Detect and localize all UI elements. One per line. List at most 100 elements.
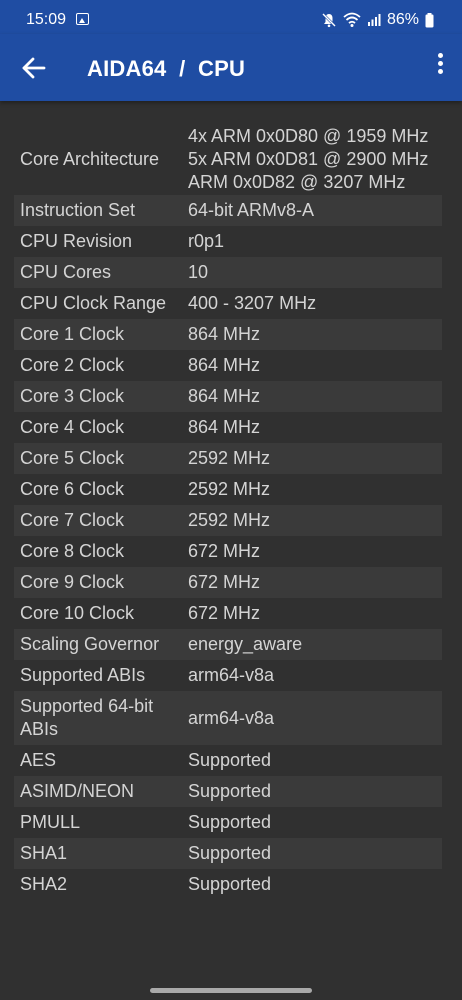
info-row[interactable]: PMULL Supported — [14, 807, 442, 838]
info-value-line: 5x ARM 0x0D81 @ 2900 MHz — [188, 148, 429, 169]
info-value-line: 672 MHz — [188, 603, 261, 623]
info-value-line: Supported — [188, 750, 272, 770]
battery-icon — [425, 12, 434, 27]
info-row[interactable]: Instruction Set 64-bit ARMv8-A — [14, 195, 442, 226]
info-row[interactable]: Core 2 Clock 864 MHz — [14, 350, 442, 381]
info-label: Core 2 Clock — [20, 355, 125, 375]
info-row[interactable]: Core 8 Clock 672 MHz — [14, 536, 442, 567]
info-value: arm64-v8a — [184, 664, 442, 687]
info-label: SHA1 — [20, 843, 68, 863]
info-value: 864 MHz — [184, 323, 442, 346]
info-value-line: 864 MHz — [188, 355, 261, 375]
status-time: 15:09 — [26, 11, 67, 28]
info-row[interactable]: Core 1 Clock 864 MHz — [14, 319, 442, 350]
info-label: Core 1 Clock — [20, 324, 125, 344]
status-icons: 86% — [321, 11, 434, 29]
info-label: Supported 64-bit ABIs — [20, 696, 154, 739]
info-value: arm64-v8a — [184, 707, 442, 730]
info-value: energy_aware — [184, 633, 442, 656]
info-row[interactable]: Core 10 Clock 672 MHz — [14, 598, 442, 629]
info-value: 2592 MHz — [184, 509, 442, 532]
gallery-icon — [76, 13, 89, 25]
mute-icon — [322, 13, 336, 28]
info-value-line: Supported — [188, 781, 272, 801]
info-value: 4x ARM 0x0D80 @ 1959 MHz 5x ARM 0x0D81 @ … — [184, 125, 442, 194]
info-row[interactable]: Core 6 Clock 2592 MHz — [14, 474, 442, 505]
info-row[interactable]: Scaling Governor energy_aware — [14, 629, 442, 660]
info-row[interactable]: Supported 64-bit ABIs arm64-v8a — [14, 691, 442, 745]
info-row[interactable]: Core 9 Clock 672 MHz — [14, 567, 442, 598]
info-value: 864 MHz — [184, 416, 442, 439]
info-value-line: ARM 0x0D82 @ 3207 MHz — [188, 171, 406, 192]
info-label: Core 8 Clock — [20, 541, 125, 561]
info-value-line: 2592 MHz — [188, 448, 271, 468]
info-value-line: 2592 MHz — [188, 510, 271, 530]
home-indicator[interactable] — [150, 988, 312, 993]
info-row[interactable]: Core 5 Clock 2592 MHz — [14, 443, 442, 474]
info-row[interactable]: ASIMD/NEON Supported — [14, 776, 442, 807]
info-value: 672 MHz — [184, 571, 442, 594]
info-label: Core 9 Clock — [20, 572, 125, 592]
info-value: 672 MHz — [184, 540, 442, 563]
info-label: Core 10 Clock — [20, 603, 135, 623]
battery-percentage: 86% — [386, 11, 419, 28]
info-value: 672 MHz — [184, 602, 442, 625]
info-label: Core 5 Clock — [20, 448, 125, 468]
info-label: PMULL — [20, 812, 81, 832]
signal-icon — [367, 14, 381, 26]
info-label: CPU Clock Range — [20, 293, 167, 313]
info-row[interactable]: SHA1 Supported — [14, 838, 442, 869]
more-options-button[interactable] — [432, 50, 448, 86]
info-value-line: r0p1 — [188, 231, 225, 251]
info-value-line: 2592 MHz — [188, 479, 271, 499]
info-value-line: 864 MHz — [188, 324, 261, 344]
info-row[interactable]: CPU Clock Range 400 - 3207 MHz — [14, 288, 442, 319]
info-row[interactable]: Core 7 Clock 2592 MHz — [14, 505, 442, 536]
info-label: Scaling Governor — [20, 634, 160, 654]
info-value: 2592 MHz — [184, 447, 442, 470]
info-value-line: 864 MHz — [188, 386, 261, 406]
info-label: ASIMD/NEON — [20, 781, 135, 801]
info-label: CPU Cores — [20, 262, 112, 282]
info-row[interactable]: Core Architecture 4x ARM 0x0D80 @ 1959 MH… — [14, 123, 442, 195]
info-value-line: arm64-v8a — [188, 707, 275, 728]
info-value-line: 672 MHz — [188, 572, 261, 592]
info-row[interactable]: Core 4 Clock 864 MHz — [14, 412, 442, 443]
info-value: 10 — [184, 261, 442, 284]
app-bar: AIDA64 / CPU — [0, 34, 462, 101]
info-label: Instruction Set — [20, 200, 136, 220]
info-value: 2592 MHz — [184, 478, 442, 501]
info-value-line: 672 MHz — [188, 541, 261, 561]
back-button[interactable] — [14, 48, 54, 88]
info-label: Supported ABIs — [20, 665, 146, 685]
info-label: Core 7 Clock — [20, 510, 125, 530]
info-row[interactable]: SHA2 Supported — [14, 869, 442, 900]
info-row[interactable]: AES Supported — [14, 745, 442, 776]
info-value-line: energy_aware — [188, 634, 303, 654]
info-value-line: Supported — [188, 812, 272, 832]
wifi-icon — [343, 12, 361, 27]
info-row[interactable]: CPU Revision r0p1 — [14, 226, 442, 257]
info-value: r0p1 — [184, 230, 442, 253]
info-label: Core 3 Clock — [20, 386, 125, 406]
info-row[interactable]: CPU Cores 10 — [14, 257, 442, 288]
info-value-line: arm64-v8a — [188, 665, 275, 685]
info-value: 400 - 3207 MHz — [184, 292, 442, 315]
info-label: SHA2 — [20, 874, 68, 894]
info-value: Supported — [184, 873, 442, 896]
info-label: AES — [20, 750, 57, 770]
info-value-line: 10 — [188, 262, 209, 282]
info-row[interactable]: Supported ABIs arm64-v8a — [14, 660, 442, 691]
info-value: Supported — [184, 811, 442, 834]
info-label: Core Architecture — [20, 148, 160, 169]
info-value: 64-bit ARMv8-A — [184, 199, 442, 222]
info-value: Supported — [184, 749, 442, 772]
info-value-line: Supported — [188, 843, 272, 863]
info-value: Supported — [184, 842, 442, 865]
info-label: Core 4 Clock — [20, 417, 125, 437]
info-value: Supported — [184, 780, 442, 803]
status-bar: 15:09 86% — [0, 0, 462, 34]
info-row[interactable]: Core 3 Clock 864 MHz — [14, 381, 442, 412]
info-value-line: 864 MHz — [188, 417, 261, 437]
arrow-left-icon — [22, 57, 46, 79]
